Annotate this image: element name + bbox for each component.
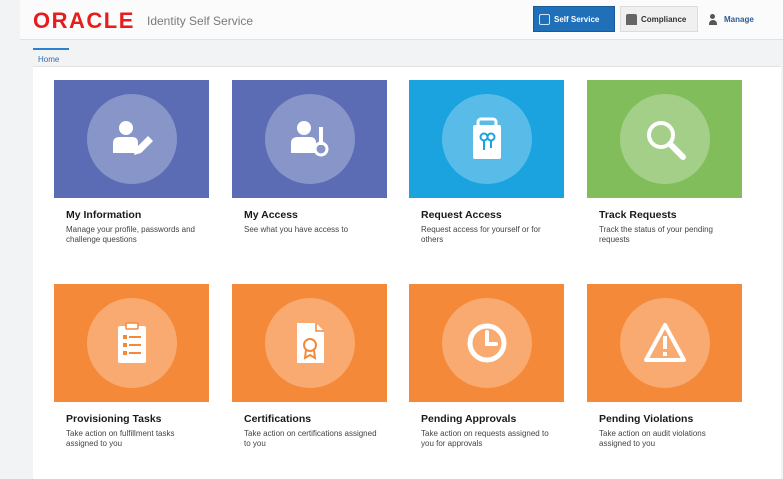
compliance-icon bbox=[626, 13, 637, 25]
tile-provisioning-tasks[interactable]: Provisioning Tasks Take action on fulfil… bbox=[54, 284, 209, 472]
compliance-button[interactable]: Compliance bbox=[620, 6, 698, 32]
compliance-label: Compliance bbox=[641, 14, 687, 24]
tile-title: My Information bbox=[66, 209, 142, 221]
tile-request-access[interactable]: Request Access Request access for yourse… bbox=[409, 80, 564, 268]
user-edit-icon bbox=[86, 94, 177, 184]
tile-banner bbox=[54, 80, 209, 198]
clock-icon bbox=[441, 298, 532, 388]
tile-description: Take action on audit violations assigned… bbox=[599, 429, 706, 448]
tile-banner bbox=[409, 80, 564, 198]
clipboard-list-icon bbox=[86, 298, 177, 388]
tile-pending-violations[interactable]: Pending Violations Take action on audit … bbox=[587, 284, 742, 472]
tile-banner bbox=[232, 284, 387, 402]
tile-title: Pending Approvals bbox=[421, 413, 517, 425]
tile-description: See what you have access to bbox=[244, 225, 349, 234]
tile-my-information[interactable]: My Information Manage your profile, pass… bbox=[54, 80, 209, 268]
tile-description: Manage your profile, passwords and chall… bbox=[66, 225, 195, 244]
tile-title: Provisioning Tasks bbox=[66, 413, 162, 425]
app-title: Identity Self Service bbox=[147, 14, 254, 28]
tile-description: Take action on requests assigned to you … bbox=[421, 429, 549, 448]
tile-title: My Access bbox=[244, 209, 298, 221]
warning-triangle-icon bbox=[619, 298, 710, 388]
tile-banner bbox=[587, 80, 742, 198]
dashboard-panel: My Information Manage your profile, pass… bbox=[33, 66, 781, 479]
tile-description: Take action on fulfillment tasks assigne… bbox=[66, 429, 175, 448]
tile-banner bbox=[232, 80, 387, 198]
manage-button[interactable]: Manage bbox=[704, 6, 766, 32]
tile-banner bbox=[54, 284, 209, 402]
tile-banner bbox=[409, 284, 564, 402]
tab-home[interactable]: Home bbox=[33, 48, 69, 66]
tile-pending-approvals[interactable]: Pending Approvals Take action on request… bbox=[409, 284, 564, 472]
tile-description: Track the status of your pending request… bbox=[599, 225, 713, 244]
tile-title: Certifications bbox=[244, 413, 312, 425]
tile-description: Request access for yourself or for other… bbox=[421, 225, 541, 244]
tile-certifications[interactable]: Certifications Take action on certificat… bbox=[232, 284, 387, 472]
self-service-label: Self Service bbox=[554, 14, 600, 24]
self-service-icon bbox=[539, 13, 550, 25]
magnifier-icon bbox=[619, 94, 710, 184]
tile-title: Pending Violations bbox=[599, 413, 694, 425]
tile-title: Request Access bbox=[421, 209, 502, 221]
tile-title: Track Requests bbox=[599, 209, 677, 221]
manage-users-icon bbox=[709, 13, 720, 25]
manage-label: Manage bbox=[724, 14, 754, 24]
shopping-bag-key-icon bbox=[441, 94, 532, 184]
user-key-icon bbox=[264, 94, 355, 184]
header-bar: ORACLE Identity Self Service Self Servic… bbox=[20, 0, 783, 40]
certificate-document-icon bbox=[264, 298, 355, 388]
self-service-button[interactable]: Self Service bbox=[533, 6, 615, 32]
tile-track-requests[interactable]: Track Requests Track the status of your … bbox=[587, 80, 742, 268]
oracle-logo: ORACLE bbox=[33, 8, 135, 33]
tile-description: Take action on certifications assigned t… bbox=[244, 429, 377, 448]
tile-banner bbox=[587, 284, 742, 402]
tile-my-access[interactable]: My Access See what you have access to bbox=[232, 80, 387, 268]
